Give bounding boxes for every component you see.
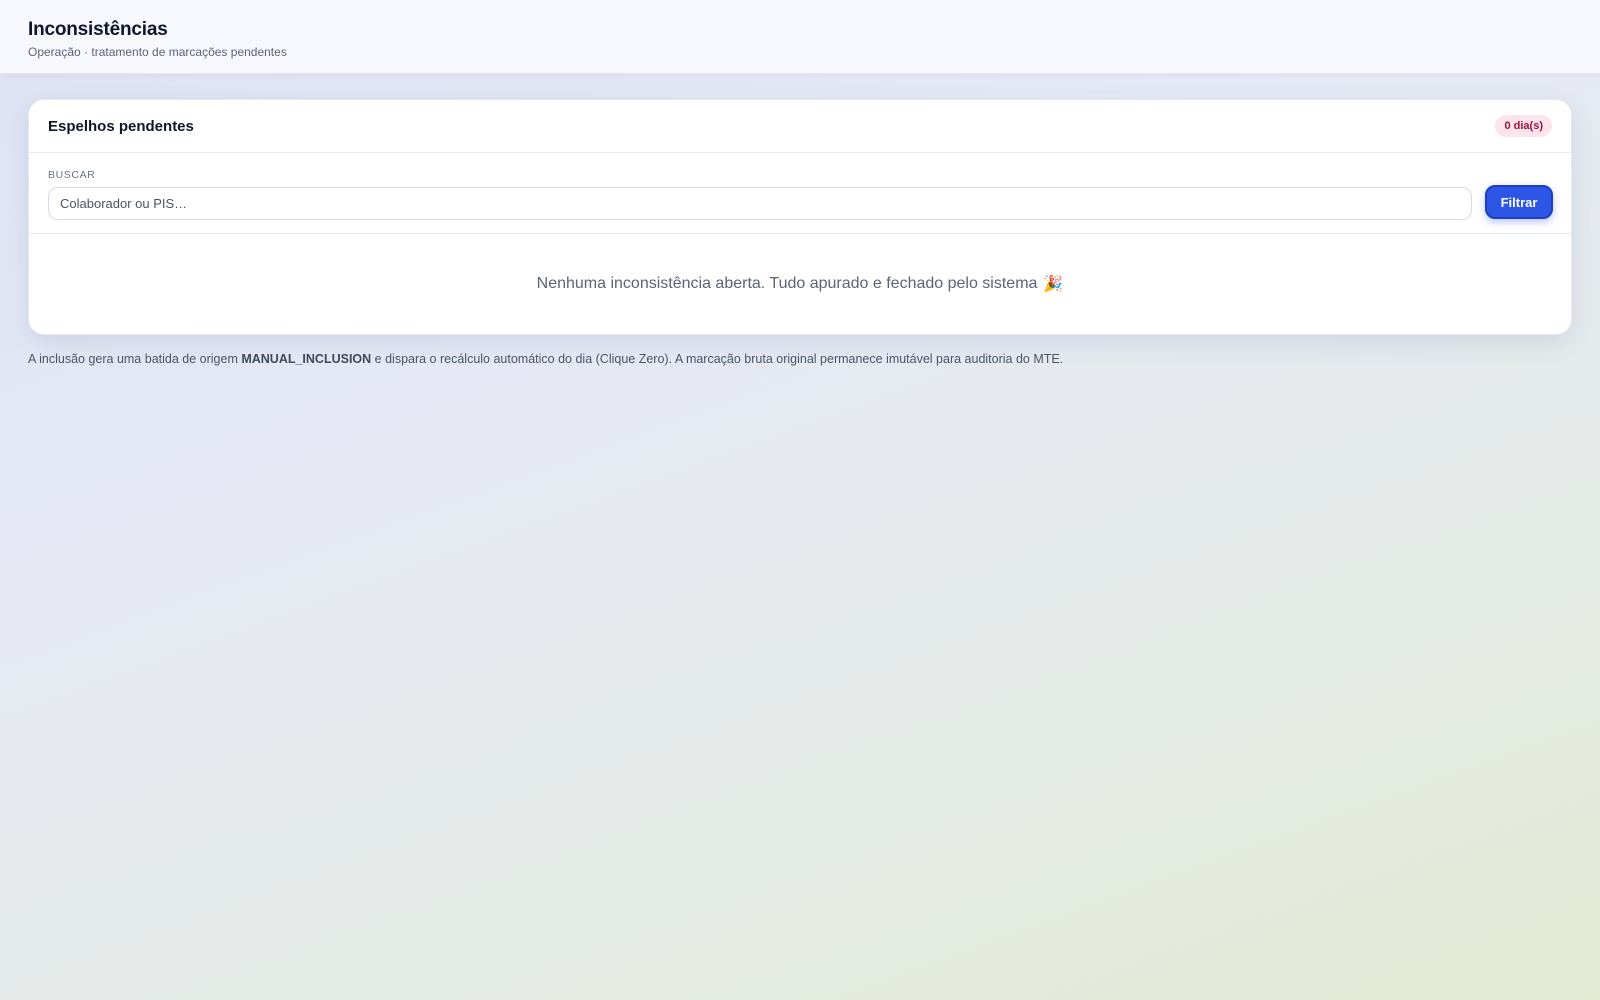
footnote-text-after: e dispara o recálculo automático do dia …	[371, 352, 1064, 366]
party-popper-icon: 🎉	[1043, 276, 1064, 293]
page-title: Inconsistências	[28, 19, 168, 40]
pending-card: Espelhos pendentes 0 dia(s) BUSCAR Filtr…	[28, 99, 1572, 335]
footnote-text-before: A inclusão gera uma batida de origem	[28, 352, 242, 366]
filter-row: BUSCAR Filtrar	[29, 153, 1571, 234]
search-label: BUSCAR	[48, 169, 96, 181]
page-subtitle: Operação · tratamento de marcações pende…	[28, 45, 287, 59]
filter-button[interactable]: Filtrar	[1485, 185, 1553, 219]
page-header: Inconsistências Operação · tratamento de…	[0, 0, 1600, 74]
card-title: Espelhos pendentes	[48, 117, 194, 135]
card-header: Espelhos pendentes 0 dia(s)	[29, 100, 1571, 153]
footnote: A inclusão gera uma batida de origem MAN…	[28, 351, 1572, 367]
pending-days-badge: 0 dia(s)	[1495, 115, 1552, 137]
empty-state-message: Nenhuma inconsistência aberta. Tudo apur…	[536, 275, 1038, 292]
search-input[interactable]	[48, 187, 1472, 220]
footnote-highlight: MANUAL_INCLUSION	[241, 352, 372, 366]
empty-state: Nenhuma inconsistência aberta. Tudo apur…	[29, 234, 1571, 334]
